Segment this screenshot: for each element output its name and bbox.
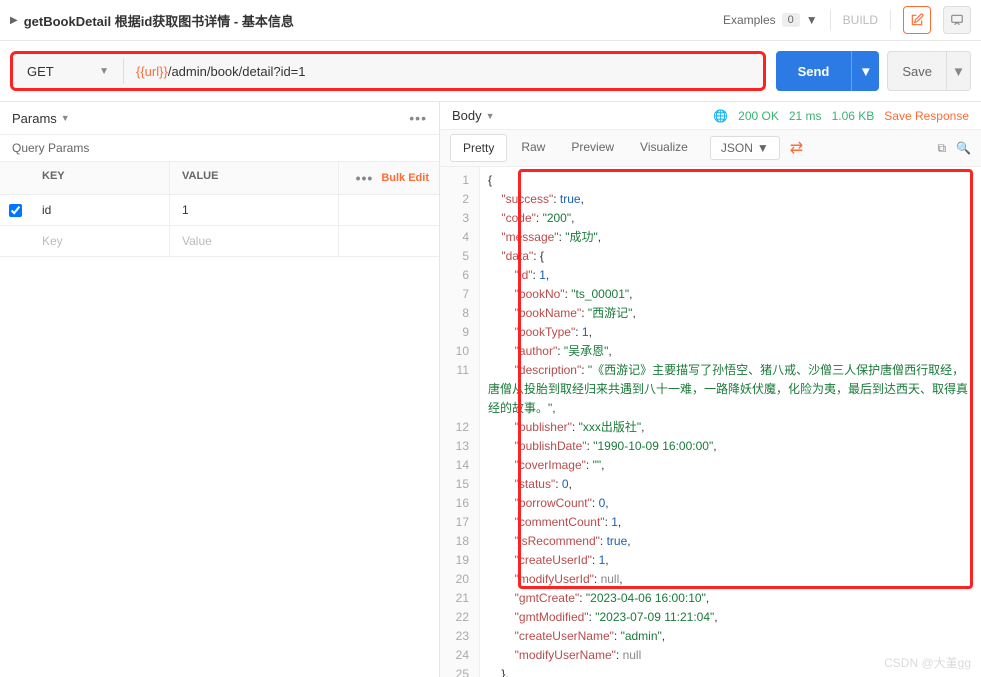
chevron-down-icon: ▼ (99, 66, 109, 77)
divider (890, 10, 891, 30)
edit-icon[interactable] (903, 6, 931, 34)
save-button[interactable]: Save (887, 51, 947, 91)
line-gutter: 1234567891011121314151617181920212223242… (440, 167, 480, 677)
save-dropdown[interactable]: ▼ (947, 51, 971, 91)
params-tab-label: Params (12, 111, 57, 126)
send-button[interactable]: Send (776, 51, 852, 91)
response-body[interactable]: { "success": true, "code": "200", "messa… (480, 167, 981, 677)
body-tab[interactable]: Body ▼ (452, 108, 495, 123)
method-select[interactable]: GET ▼ (13, 64, 123, 79)
examples-label: Examples (723, 13, 776, 27)
param-value-input[interactable]: Value (170, 226, 339, 256)
format-select[interactable]: JSON ▼ (710, 136, 780, 160)
chevron-down-icon: ▼ (757, 141, 769, 155)
copy-icon[interactable]: ⧉ (937, 141, 946, 156)
col-value-header: VALUE (170, 162, 339, 194)
collapse-icon[interactable]: ▶ (10, 15, 18, 26)
examples-count: 0 (782, 13, 800, 27)
param-row-empty: Key Value (0, 226, 439, 257)
tab-raw[interactable]: Raw (509, 134, 557, 162)
more-icon[interactable]: ••• (409, 110, 427, 126)
chevron-down-icon: ▼ (806, 13, 818, 27)
search-icon[interactable]: 🔍 (956, 141, 971, 155)
param-key[interactable]: id (30, 195, 170, 225)
url-variable: {{url}} (136, 64, 168, 79)
request-title: getBookDetail 根据id获取图书详情 - 基本信息 (24, 11, 294, 30)
more-icon[interactable]: ••• (356, 170, 374, 186)
col-key-header: KEY (30, 162, 170, 194)
param-checkbox[interactable] (9, 204, 22, 217)
url-input[interactable]: {{url}}/admin/book/detail?id=1 (124, 64, 763, 79)
globe-icon[interactable]: 🌐 (713, 109, 728, 123)
status-size: 1.06 KB (832, 109, 875, 123)
status-time: 21 ms (789, 109, 822, 123)
chevron-down-icon: ▼ (486, 111, 495, 121)
format-label: JSON (721, 141, 753, 155)
bulk-edit-link[interactable]: Bulk Edit (381, 172, 429, 184)
query-params-label: Query Params (0, 135, 439, 161)
param-value[interactable]: 1 (170, 195, 339, 225)
param-key-input[interactable]: Key (30, 226, 170, 256)
status-code: 200 OK (738, 109, 779, 123)
wrap-icon[interactable]: ⇄ (790, 138, 803, 158)
save-response-link[interactable]: Save Response (884, 109, 969, 123)
param-row: id 1 (0, 195, 439, 226)
body-tab-label: Body (452, 108, 482, 123)
url-input-group: GET ▼ {{url}}/admin/book/detail?id=1 (10, 51, 766, 91)
send-dropdown[interactable]: ▼ (851, 51, 879, 91)
tab-preview[interactable]: Preview (559, 134, 626, 162)
chevron-down-icon: ▼ (61, 113, 70, 123)
params-tab[interactable]: Params ▼ (12, 111, 70, 126)
url-path: /admin/book/detail?id=1 (168, 64, 306, 79)
divider (830, 10, 831, 30)
comment-icon[interactable] (943, 6, 971, 34)
params-table-header: KEY VALUE ••• Bulk Edit (0, 161, 439, 195)
method-value: GET (27, 64, 54, 79)
tab-visualize[interactable]: Visualize (628, 134, 700, 162)
examples-dropdown[interactable]: Examples 0 ▼ (723, 13, 818, 27)
tab-pretty[interactable]: Pretty (450, 134, 507, 162)
build-button[interactable]: BUILD (843, 13, 878, 27)
